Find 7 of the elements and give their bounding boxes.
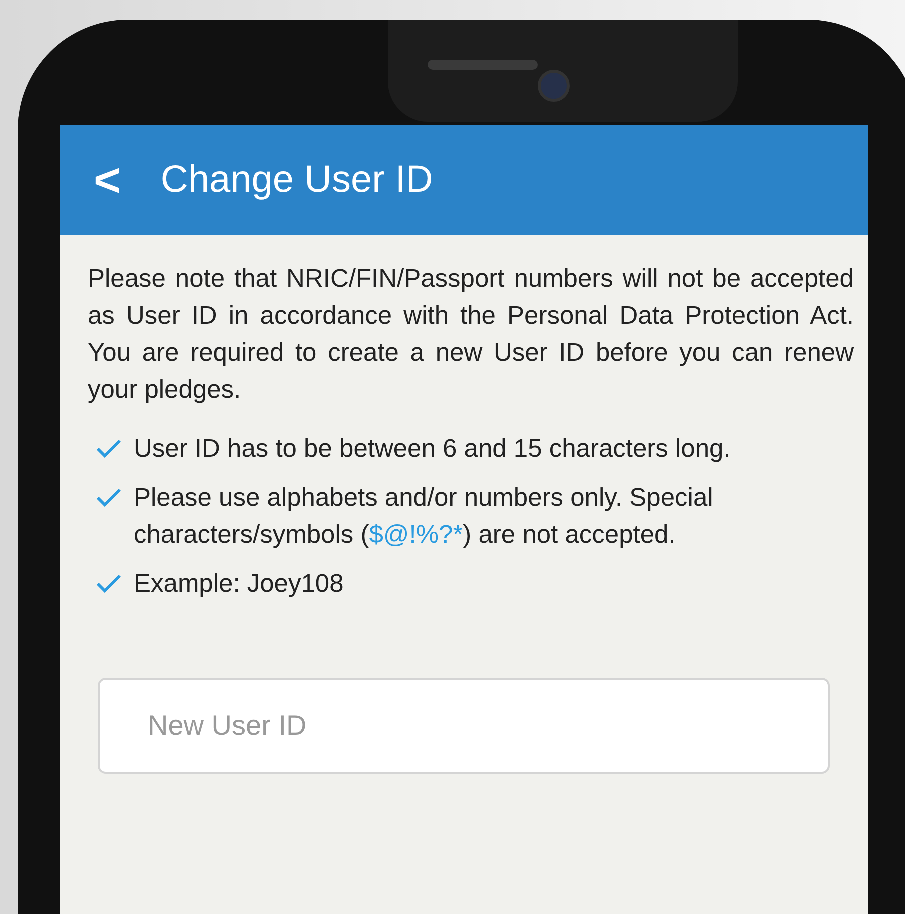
user-id-input[interactable]: New User ID	[98, 678, 830, 774]
rule-text: Please use alphabets and/or numbers only. Special characters/symbols ($@!%?*) are not accepted.	[134, 483, 714, 551]
screen-title: Change User ID	[160, 158, 434, 202]
back-button[interactable]: <	[94, 153, 121, 207]
rule-text: User ID has to be between 6 and 15 characters long.	[134, 434, 732, 465]
notice-paragraph: Please note that NRIC/FIN/Passport numbers will not be accepted as User ID in accordance with the Personal Data Protection Act. You are required to create a new User ID before you can renew your pledges.	[88, 264, 854, 406]
rule-text: Example: Joey108	[134, 569, 345, 600]
